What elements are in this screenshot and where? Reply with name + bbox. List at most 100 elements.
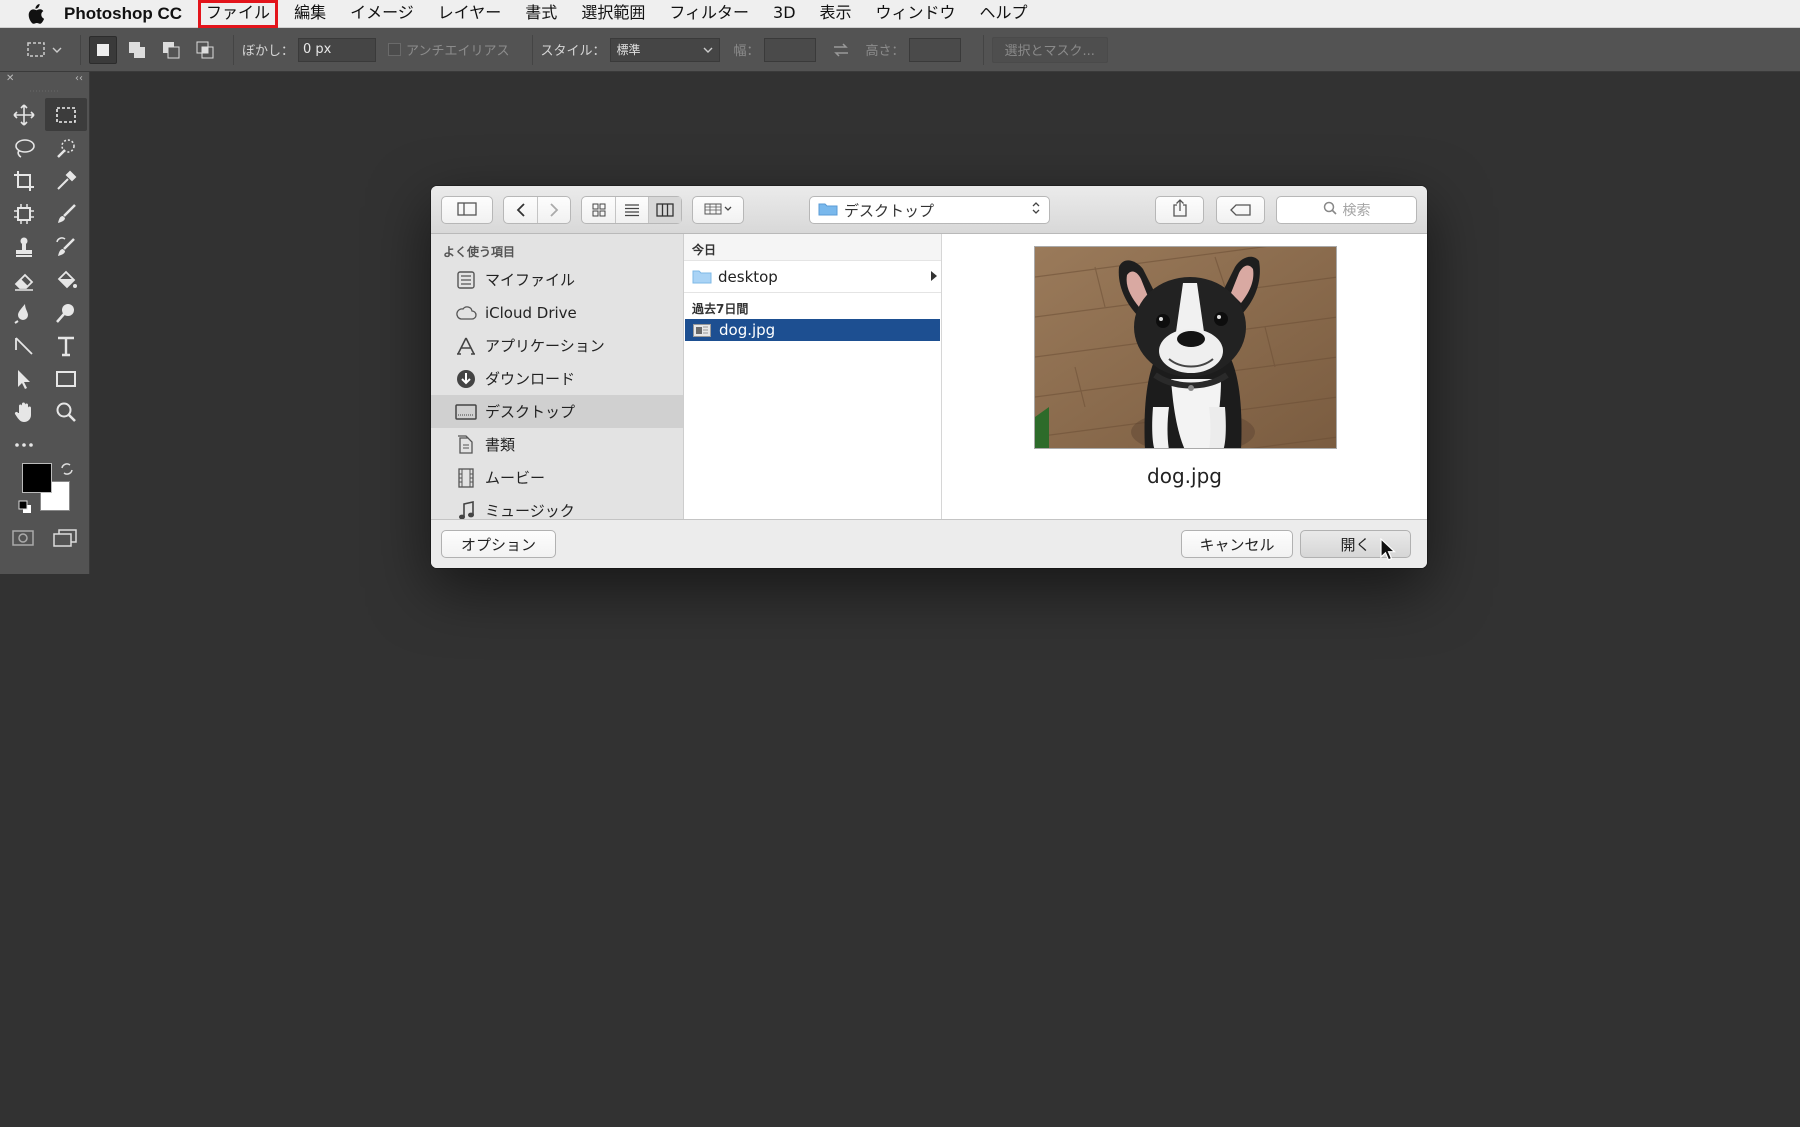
paint-bucket-tool-icon[interactable] bbox=[45, 263, 87, 296]
sidebar-header: よく使う項目 bbox=[443, 245, 516, 259]
color-swatches bbox=[0, 461, 89, 525]
sidebar-item-label: iCloud Drive bbox=[485, 303, 577, 322]
mode-row bbox=[0, 525, 89, 551]
menu-select[interactable]: 選択範囲 bbox=[575, 2, 651, 26]
subtract-selection-button[interactable] bbox=[157, 36, 185, 64]
close-icon[interactable]: ✕ bbox=[6, 73, 14, 84]
folder-icon bbox=[692, 269, 712, 285]
column-view-button[interactable] bbox=[648, 197, 681, 223]
marquee-preset-icon[interactable] bbox=[26, 41, 48, 59]
group-header-last-week: 過去7日間 bbox=[684, 292, 941, 319]
path-selection-tool-icon[interactable] bbox=[3, 362, 45, 395]
history-brush-tool-icon[interactable] bbox=[45, 230, 87, 263]
favorites-sidebar: よく使う項目 マイファイル iCloud Drive アプリケーション ダウンロ… bbox=[431, 234, 684, 519]
chevron-down-icon[interactable] bbox=[52, 46, 62, 54]
default-colors-icon[interactable] bbox=[18, 499, 32, 518]
swap-colors-icon[interactable] bbox=[60, 461, 74, 480]
sidebar-item-all-my-files[interactable]: マイファイル bbox=[431, 263, 683, 296]
style-value: 標準 bbox=[616, 43, 641, 57]
type-tool-icon[interactable] bbox=[45, 329, 87, 362]
add-selection-button[interactable] bbox=[123, 36, 151, 64]
menu-image[interactable]: イメージ bbox=[344, 2, 420, 26]
sidebar-toggle-button[interactable] bbox=[441, 196, 493, 224]
more-tools-icon[interactable] bbox=[3, 428, 45, 461]
back-button[interactable] bbox=[504, 197, 537, 223]
location-popup[interactable]: デスクトップ bbox=[809, 196, 1050, 224]
menu-window[interactable]: ウィンドウ bbox=[870, 2, 962, 26]
crop-tool-icon[interactable] bbox=[3, 164, 45, 197]
sidebar-item-music[interactable]: ミュージック bbox=[431, 494, 683, 519]
search-placeholder: 検索 bbox=[1342, 203, 1371, 219]
sidebar-item-label: ムービー bbox=[485, 469, 546, 487]
icon-view-button[interactable] bbox=[582, 197, 615, 223]
new-selection-button[interactable] bbox=[89, 35, 117, 64]
antialias-label: アンチエイリアス bbox=[406, 44, 510, 59]
menu-filter[interactable]: フィルター bbox=[663, 2, 755, 26]
group-icon bbox=[704, 201, 732, 220]
dodge-tool-icon[interactable] bbox=[45, 296, 87, 329]
sidebar-item-documents[interactable]: 書類 bbox=[431, 428, 683, 461]
move-tool-icon[interactable] bbox=[3, 98, 45, 131]
quick-mask-icon[interactable] bbox=[12, 529, 34, 551]
menu-layer[interactable]: レイヤー bbox=[432, 2, 508, 26]
marquee-tool-icon[interactable] bbox=[45, 98, 87, 131]
file-row-dog-jpg[interactable]: dog.jpg bbox=[685, 319, 940, 341]
intersect-selection-button[interactable] bbox=[191, 36, 219, 64]
rectangle-tool-icon[interactable] bbox=[45, 362, 87, 395]
hand-tool-icon[interactable] bbox=[3, 395, 45, 428]
folder-row-desktop[interactable]: desktop bbox=[684, 261, 941, 292]
list-view-button[interactable] bbox=[615, 197, 648, 223]
eraser-tool-icon[interactable] bbox=[3, 263, 45, 296]
spot-healing-tool-icon[interactable] bbox=[3, 197, 45, 230]
preview-image bbox=[1034, 246, 1337, 449]
forward-button[interactable] bbox=[537, 197, 570, 223]
select-and-mask-button[interactable]: 選択とマスク... bbox=[991, 36, 1108, 63]
sidebar-item-applications[interactable]: アプリケーション bbox=[431, 329, 683, 362]
apple-icon[interactable] bbox=[24, 3, 46, 25]
movies-icon bbox=[455, 467, 477, 489]
eyedropper-tool-icon[interactable] bbox=[45, 164, 87, 197]
foreground-color-swatch[interactable] bbox=[22, 463, 52, 493]
search-field[interactable]: 検索 bbox=[1276, 196, 1417, 224]
sidebar-item-icloud[interactable]: iCloud Drive bbox=[431, 296, 683, 329]
clone-stamp-tool-icon[interactable] bbox=[3, 230, 45, 263]
width-input[interactable] bbox=[763, 37, 816, 62]
pen-tool-icon[interactable] bbox=[3, 329, 45, 362]
tag-button[interactable] bbox=[1216, 196, 1265, 224]
antialias-checkbox[interactable] bbox=[388, 43, 402, 56]
brush-tool-icon[interactable] bbox=[45, 197, 87, 230]
sidebar-item-downloads[interactable]: ダウンロード bbox=[431, 362, 683, 395]
all-my-files-icon bbox=[455, 269, 477, 291]
sidebar-item-label: マイファイル bbox=[485, 271, 576, 289]
search-icon bbox=[1323, 201, 1337, 219]
collapse-icon[interactable]: ‹‹ bbox=[75, 73, 83, 84]
swap-icon[interactable] bbox=[832, 42, 850, 57]
menu-edit[interactable]: 編集 bbox=[288, 2, 332, 26]
screen-mode-icon[interactable] bbox=[53, 529, 77, 551]
height-input[interactable] bbox=[908, 37, 961, 62]
image-file-icon bbox=[693, 322, 713, 338]
cancel-button[interactable]: キャンセル bbox=[1181, 530, 1293, 558]
menu-3d[interactable]: 3D bbox=[767, 2, 802, 26]
app-name[interactable]: Photoshop CC bbox=[64, 4, 182, 24]
preview-pane: dog.jpg bbox=[942, 234, 1427, 519]
zoom-tool-icon[interactable] bbox=[45, 395, 87, 428]
sidebar-item-desktop[interactable]: デスクトップ bbox=[431, 395, 683, 428]
disclosure-arrow-icon bbox=[931, 271, 937, 281]
options-button[interactable]: オプション bbox=[441, 530, 556, 558]
share-button[interactable] bbox=[1155, 196, 1204, 224]
mouse-cursor-icon bbox=[1380, 537, 1397, 566]
style-select[interactable]: 標準 bbox=[609, 37, 720, 62]
menu-help[interactable]: ヘルプ bbox=[974, 2, 1034, 26]
sidebar-item-movies[interactable]: ムービー bbox=[431, 461, 683, 494]
panel-grip[interactable] bbox=[0, 84, 89, 98]
feather-input[interactable] bbox=[298, 37, 377, 62]
menu-type[interactable]: 書式 bbox=[519, 2, 563, 26]
lasso-tool-icon[interactable] bbox=[3, 131, 45, 164]
blur-tool-icon[interactable] bbox=[3, 296, 45, 329]
sidebar-item-label: アプリケーション bbox=[485, 337, 605, 355]
menu-file[interactable]: ファイル bbox=[198, 0, 279, 28]
quick-selection-tool-icon[interactable] bbox=[45, 131, 87, 164]
group-by-button[interactable] bbox=[692, 196, 744, 224]
menu-view[interactable]: 表示 bbox=[814, 2, 858, 26]
